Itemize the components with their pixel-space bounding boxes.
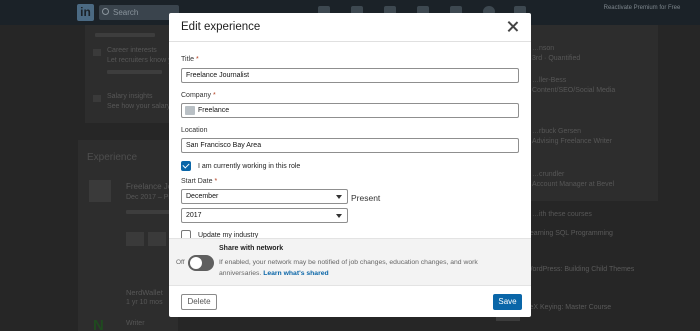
- share-description: If enabled, your network may be notified…: [219, 259, 478, 277]
- linkedin-logo-icon[interactable]: in: [77, 4, 94, 21]
- start-month-select[interactable]: December: [181, 189, 348, 204]
- sidebar-item-title[interactable]: Career interests: [107, 47, 157, 54]
- person-meta: Account Manager at Bevel: [532, 181, 615, 188]
- location-field[interactable]: San Francisco Bay Area: [181, 138, 519, 153]
- current-role-label: I am currently working in this role: [198, 163, 301, 170]
- start-date-label: Start Date *: [181, 178, 218, 185]
- company-field[interactable]: Freelance: [181, 103, 519, 118]
- person-meta: Content/SEO/Social Media: [532, 87, 616, 94]
- search-input[interactable]: Search: [99, 5, 179, 20]
- share-toggle[interactable]: [188, 255, 214, 271]
- experience-duration: 1 yr 10 mos: [126, 299, 163, 306]
- chevron-down-icon: [336, 195, 342, 199]
- share-title: Share with network: [219, 245, 284, 252]
- start-year-select[interactable]: 2017: [181, 208, 348, 223]
- dialog-header: Edit experience: [169, 13, 531, 42]
- briefcase-icon: [93, 49, 101, 56]
- person-meta: 3rd · Quantified: [532, 55, 581, 62]
- toggle-state-label: Off: [176, 259, 185, 266]
- person-meta: Advising Freelance Writer: [532, 138, 613, 145]
- current-role-checkbox[interactable]: [181, 161, 191, 171]
- company-label: Company *: [181, 92, 216, 99]
- company-logo: [89, 180, 111, 202]
- person-name[interactable]: …nson: [532, 45, 554, 52]
- toggle-knob: [190, 257, 202, 269]
- course-title[interactable]: Learning SQL Programming: [526, 229, 636, 239]
- course-title[interactable]: TeX Keying: Master Course: [526, 303, 636, 313]
- course-title[interactable]: WordPress: Building Child Themes: [526, 265, 636, 275]
- edit-experience-dialog: Edit experience Title * Freelance Journal…: [169, 13, 531, 317]
- courses-heading: …ith these courses: [532, 211, 592, 218]
- end-date-present: Present: [351, 193, 381, 203]
- company-value: Freelance: [198, 107, 230, 114]
- experience-heading: Experience: [87, 152, 138, 163]
- experience-role: Writer: [126, 320, 145, 327]
- dialog-title: Edit experience: [181, 21, 261, 33]
- required-mark: *: [212, 92, 216, 99]
- dialog-body[interactable]: Title * Freelance Journalist Company * Fre…: [169, 43, 531, 239]
- delete-button[interactable]: Delete: [181, 294, 217, 310]
- experience-card: Experience Freelance Journalist Dec 2017…: [78, 140, 198, 331]
- chevron-down-icon: [336, 214, 342, 218]
- close-icon[interactable]: [505, 19, 521, 35]
- title-label: Title *: [181, 56, 199, 63]
- share-with-network-section: Off Share with network If enabled, your …: [169, 238, 531, 286]
- dialog-footer: Delete Save: [169, 286, 531, 317]
- nerdwallet-logo-icon: N: [93, 317, 104, 331]
- person-name[interactable]: …ller-Bess: [532, 77, 566, 84]
- learn-whats-shared-link[interactable]: Learn what's shared: [263, 270, 328, 277]
- experience-company[interactable]: NerdWallet: [126, 288, 163, 297]
- search-placeholder: Search: [113, 8, 139, 17]
- start-month-value: December: [186, 193, 219, 200]
- required-mark: *: [195, 56, 199, 63]
- sidebar-item-title[interactable]: Salary insights: [107, 93, 153, 100]
- title-field[interactable]: Freelance Journalist: [181, 68, 519, 83]
- sidebar-card: Career interests Let recruiters know you…: [85, 25, 204, 123]
- premium-link[interactable]: Reactivate Premium for Free: [602, 4, 682, 12]
- company-logo-icon: [185, 106, 195, 115]
- salary-icon: [93, 95, 101, 102]
- start-year-value: 2017: [186, 212, 202, 219]
- required-mark: *: [214, 178, 218, 185]
- person-name[interactable]: …rbuck Gersen: [532, 128, 581, 135]
- save-button[interactable]: Save: [493, 294, 522, 310]
- search-icon: [102, 8, 109, 15]
- location-label: Location: [181, 127, 208, 134]
- person-name[interactable]: …crundler: [532, 171, 564, 178]
